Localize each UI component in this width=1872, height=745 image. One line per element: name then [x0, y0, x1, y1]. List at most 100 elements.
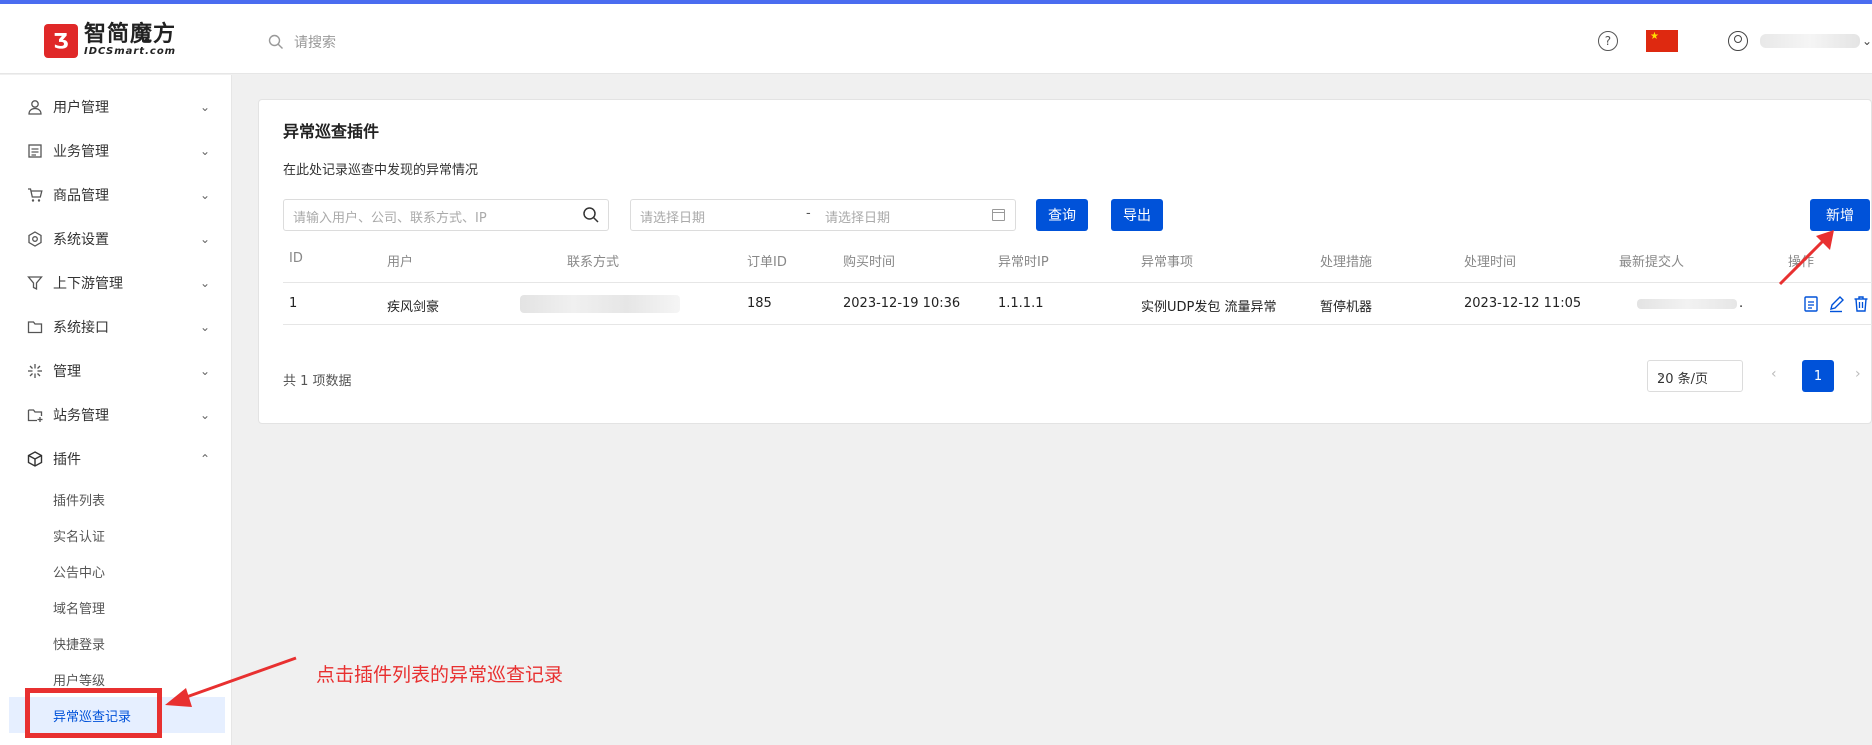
logo-chinese-text: 智简魔方: [84, 22, 177, 47]
chevron-down-icon: ⌄: [200, 232, 211, 246]
sidebar-subitem-announcements[interactable]: 公告中心: [53, 562, 105, 581]
col-handle-time: 处理时间: [1464, 255, 1517, 270]
sidebar-item-site-management[interactable]: 站务管理 ⌄: [0, 393, 232, 437]
col-purchase-time: 购买时间: [843, 255, 896, 270]
chevron-down-icon: ⌄: [1657, 369, 1666, 380]
cell-purchase-time: 2023-12-19 10:36: [843, 296, 961, 311]
chevron-down-icon: ⌄: [200, 320, 211, 334]
chevron-down-icon[interactable]: ⌄: [1862, 34, 1872, 48]
col-contact: 联系方式: [567, 255, 620, 270]
cell-action: 暂停机器: [1320, 300, 1373, 315]
keyword-search-input[interactable]: 请输入用户、公司、联系方式、IP: [283, 199, 609, 231]
annotation-text: 点击插件列表的异常巡查记录: [316, 664, 564, 686]
table-row: 1 疾风剑豪 185 2023-12-19 10:36 1.1.1.1 实例UD…: [283, 283, 1872, 325]
chevron-down-icon: ⌄: [200, 100, 211, 114]
chevron-down-icon: ⌄: [200, 188, 211, 202]
hexagon-gear-icon: [26, 230, 44, 248]
cell-handle-time: 2023-12-12 11:05: [1464, 296, 1582, 311]
cell-contact-blurred: [520, 295, 680, 313]
col-abnormal-ip: 异常时IP: [998, 255, 1049, 270]
cell-id: 1: [289, 296, 298, 311]
sidebar-nav: 用户管理 ⌄ 业务管理 ⌄ 商品管理 ⌄ 系统设置 ⌄ 上下游管理 ⌄ 系统接口…: [0, 75, 232, 745]
global-search[interactable]: 请搜索: [268, 32, 336, 52]
detail-icon[interactable]: [1803, 295, 1819, 313]
query-button[interactable]: 查询: [1036, 199, 1088, 231]
total-count: 共 1 项数据: [283, 374, 352, 389]
cell-order-id[interactable]: 185: [747, 296, 772, 311]
start-date-input[interactable]: 请选择日期: [640, 207, 705, 226]
user-icon: [26, 98, 44, 116]
chevron-up-icon: ⌃: [200, 452, 211, 466]
chevron-down-icon: ⌄: [200, 144, 211, 158]
page-description: 在此处记录巡查中发现的异常情况: [283, 163, 479, 178]
col-order-id: 订单ID: [747, 255, 787, 270]
sidebar-item-plugins[interactable]: 插件 ⌃: [0, 437, 232, 481]
sidebar-subitem-user-level[interactable]: 用户等级: [53, 670, 105, 689]
page-size-select[interactable]: 20 条/页 ⌄: [1647, 360, 1743, 392]
sidebar-item-label: 系统设置: [53, 232, 109, 248]
sidebar-item-business-management[interactable]: 业务管理 ⌄: [0, 129, 232, 173]
main-card: 异常巡查插件 在此处记录巡查中发现的异常情况 请输入用户、公司、联系方式、IP …: [258, 99, 1872, 424]
top-header: Ʒ 智简魔方 IDCSmart.com 请搜索 ? ★ ⌄: [0, 4, 1872, 74]
col-operations: 操作: [1788, 255, 1815, 270]
calendar-icon: [992, 209, 1005, 221]
cell-submitter-blurred: [1637, 299, 1737, 309]
sidebar-item-label: 系统接口: [53, 320, 109, 336]
sidebar-item-system-settings[interactable]: 系统设置 ⌄: [0, 217, 232, 261]
sidebar-item-user-management[interactable]: 用户管理 ⌄: [0, 85, 232, 129]
sparkle-icon: [26, 362, 44, 380]
cell-user[interactable]: 疾风剑豪: [387, 296, 439, 315]
username-blurred[interactable]: [1759, 34, 1860, 48]
search-icon[interactable]: [582, 206, 600, 224]
col-issue: 异常事项: [1141, 255, 1194, 270]
current-page-button[interactable]: 1: [1802, 360, 1834, 392]
filter-icon: [26, 274, 44, 292]
folder-icon: [26, 318, 44, 336]
header-actions: ? ★ ⌄: [1597, 30, 1872, 52]
search-input[interactable]: 请搜索: [294, 32, 336, 52]
next-page-button[interactable]: ›: [1855, 366, 1861, 382]
export-button[interactable]: 导出: [1111, 199, 1163, 231]
chevron-down-icon: ⌄: [200, 276, 211, 290]
sidebar-subitem-quick-login[interactable]: 快捷登录: [53, 634, 105, 653]
sidebar-subitem-real-name[interactable]: 实名认证: [53, 526, 105, 545]
search-icon: [268, 34, 283, 49]
sidebar-item-system-interface[interactable]: 系统接口 ⌄: [0, 305, 232, 349]
edit-icon[interactable]: [1828, 295, 1844, 313]
sidebar-subitem-plugin-list[interactable]: 插件列表: [53, 490, 105, 509]
sidebar-item-label: 管理: [53, 364, 81, 380]
sidebar-item-management[interactable]: 管理 ⌄: [0, 349, 232, 393]
chevron-down-icon: ⌄: [200, 364, 211, 378]
logo-text: 智简魔方 IDCSmart.com: [84, 24, 176, 58]
delete-icon[interactable]: [1853, 295, 1869, 313]
table-header: ID 用户 联系方式 订单ID 购买时间 异常时IP 异常事项 处理措施 处理时…: [283, 231, 1872, 283]
document-icon: [26, 142, 44, 160]
keyword-placeholder: 请输入用户、公司、联系方式、IP: [293, 211, 487, 226]
sidebar-item-product-management[interactable]: 商品管理 ⌄: [0, 173, 232, 217]
cart-icon: [26, 186, 44, 204]
cell-submitter-suffix: .: [1739, 296, 1744, 311]
sidebar-item-label: 用户管理: [53, 100, 109, 116]
col-user: 用户: [387, 255, 414, 270]
sidebar-subitem-domains[interactable]: 域名管理: [53, 598, 105, 617]
logo-mark-icon: Ʒ: [44, 24, 78, 58]
language-flag-icon[interactable]: ★: [1645, 30, 1678, 52]
col-id: ID: [289, 251, 303, 266]
cube-icon: [26, 450, 44, 468]
end-date-input[interactable]: 请选择日期: [825, 207, 890, 226]
col-latest-submitter: 最新提交人: [1619, 255, 1685, 270]
prev-page-button[interactable]: ‹: [1771, 366, 1777, 382]
help-icon[interactable]: ?: [1597, 31, 1618, 51]
cell-ip: 1.1.1.1: [998, 296, 1044, 311]
add-button[interactable]: 新增: [1810, 199, 1870, 231]
flag-star-icon: ★: [1649, 31, 1659, 42]
page-title: 异常巡查插件: [283, 122, 380, 141]
date-range-picker[interactable]: 请选择日期 - 请选择日期: [630, 199, 1016, 231]
sidebar-item-upstream-downstream[interactable]: 上下游管理 ⌄: [0, 261, 232, 305]
sidebar-item-label: 插件: [53, 452, 81, 468]
brand-logo[interactable]: Ʒ 智简魔方 IDCSmart.com: [44, 24, 176, 58]
sidebar-item-label: 业务管理: [53, 144, 109, 160]
col-action: 处理措施: [1320, 255, 1373, 270]
user-avatar-icon[interactable]: [1727, 31, 1748, 51]
annotation-highlight-box: [25, 688, 162, 738]
